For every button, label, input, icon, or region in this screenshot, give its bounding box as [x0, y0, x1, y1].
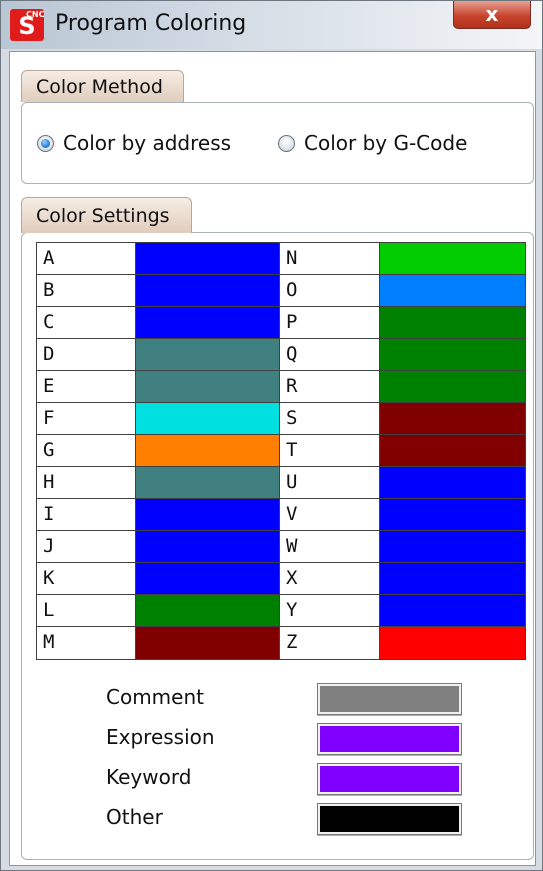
color-swatch-f[interactable] [136, 403, 279, 434]
other-color-button[interactable] [317, 803, 462, 835]
close-button[interactable]: x [453, 1, 531, 29]
comment-color-button[interactable] [317, 683, 462, 715]
program-coloring-window: CNC S Program Coloring x Color Method Co… [0, 0, 543, 871]
color-swatch-c[interactable] [136, 307, 279, 338]
color-swatch-x[interactable] [380, 563, 525, 594]
keyword-label: Keyword [106, 765, 192, 789]
address-letter-p: P [280, 307, 379, 338]
radio-color-by-address[interactable]: Color by address [37, 131, 231, 155]
address-letter-f: F [37, 403, 135, 434]
app-logo-icon: CNC S [10, 9, 44, 41]
radio-color-by-gcode[interactable]: Color by G-Code [278, 131, 467, 155]
color-swatch-m[interactable] [136, 627, 279, 659]
address-letter-w: W [280, 531, 379, 562]
color-swatch-t[interactable] [380, 435, 525, 466]
address-letter-a: A [37, 243, 135, 274]
color-swatch-u[interactable] [380, 467, 525, 498]
color-swatch-r[interactable] [380, 371, 525, 402]
color-swatch-p[interactable] [380, 307, 525, 338]
address-letter-h: H [37, 467, 135, 498]
tab-color-method[interactable]: Color Method [21, 70, 184, 102]
color-swatch-j[interactable] [136, 531, 279, 562]
address-letter-n: N [280, 243, 379, 274]
color-swatch-e[interactable] [136, 371, 279, 402]
address-color-grid: ABCDEFGHIJKLM NOPQRSTUVWXYZ [36, 242, 526, 660]
address-letter-b: B [37, 275, 135, 306]
address-letter-y: Y [280, 595, 379, 626]
address-letter-t: T [280, 435, 379, 466]
color-swatch-w[interactable] [380, 531, 525, 562]
address-letter-c: C [37, 307, 135, 338]
address-letter-j: J [37, 531, 135, 562]
address-letter-k: K [37, 563, 135, 594]
address-letter-g: G [37, 435, 135, 466]
address-letter-o: O [280, 275, 379, 306]
expression-label: Expression [106, 725, 215, 749]
radio-checked-icon[interactable] [37, 134, 54, 152]
color-swatch-d[interactable] [136, 339, 279, 370]
color-swatch-g[interactable] [136, 435, 279, 466]
address-letter-v: V [280, 499, 379, 530]
color-swatch-n[interactable] [380, 243, 525, 274]
color-swatch-v[interactable] [380, 499, 525, 530]
color-swatch-k[interactable] [136, 563, 279, 594]
color-swatch-l[interactable] [136, 595, 279, 626]
address-letter-x: X [280, 563, 379, 594]
tab-color-settings[interactable]: Color Settings [21, 197, 192, 233]
address-letter-s: S [280, 403, 379, 434]
radio-label: Color by G-Code [304, 131, 468, 155]
window-title: Program Coloring [55, 11, 247, 36]
keyword-color-button[interactable] [317, 763, 462, 795]
color-swatch-q[interactable] [380, 339, 525, 370]
color-swatch-y[interactable] [380, 595, 525, 626]
comment-label: Comment [106, 685, 204, 709]
address-letter-i: I [37, 499, 135, 530]
color-swatch-a[interactable] [136, 243, 279, 274]
color-swatch-s[interactable] [380, 403, 525, 434]
address-letter-l: L [37, 595, 135, 626]
color-swatch-b[interactable] [136, 275, 279, 306]
address-letter-q: Q [280, 339, 379, 370]
address-letter-e: E [37, 371, 135, 402]
address-letter-z: Z [280, 627, 379, 659]
color-swatch-z[interactable] [380, 627, 525, 659]
address-letter-d: D [37, 339, 135, 370]
title-bar[interactable]: CNC S Program Coloring x [1, 1, 542, 49]
radio-unchecked-icon[interactable] [278, 134, 295, 152]
expression-color-button[interactable] [317, 723, 462, 755]
color-swatch-i[interactable] [136, 499, 279, 530]
color-swatch-o[interactable] [380, 275, 525, 306]
radio-label: Color by address [63, 131, 232, 155]
other-label: Other [106, 805, 163, 829]
color-swatch-h[interactable] [136, 467, 279, 498]
address-letter-u: U [280, 467, 379, 498]
address-letter-m: M [37, 627, 135, 659]
address-letter-r: R [280, 371, 379, 402]
